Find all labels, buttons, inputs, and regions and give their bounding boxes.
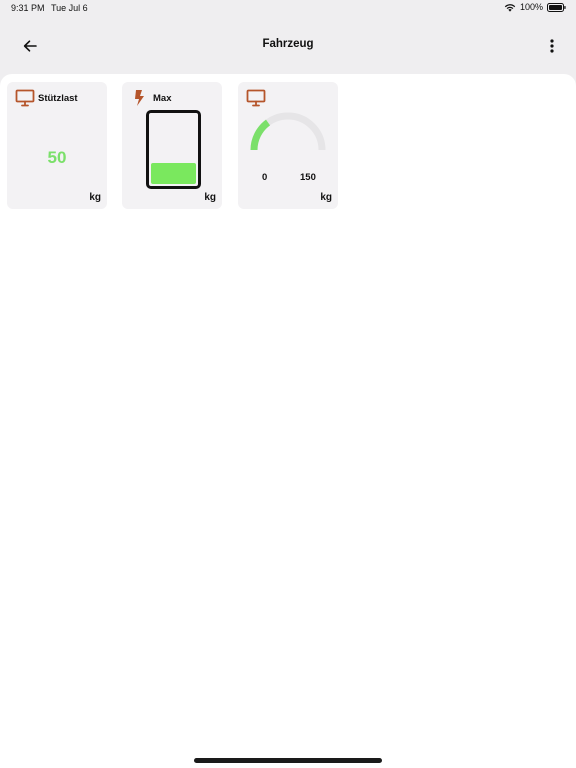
monitor-icon: [246, 89, 266, 107]
stuetzlast-tile[interactable]: Stützlast 50 kg: [7, 82, 107, 209]
gauge-fill: [250, 119, 271, 151]
tile-unit: kg: [89, 192, 101, 203]
more-vertical-icon: [550, 39, 554, 53]
main-content: Stützlast 50 kg Max kg 0 150 kg: [0, 74, 576, 768]
more-options-button[interactable]: [542, 34, 562, 58]
tile-label: Max: [153, 93, 172, 104]
gauge-min-label: 0: [262, 172, 268, 183]
gauge-tile[interactable]: 0 150 kg: [238, 82, 338, 209]
status-date: Tue Jul 6: [51, 3, 88, 13]
gauge: [250, 112, 326, 151]
battery-icon: [547, 2, 566, 12]
page-title: Fahrzeug: [262, 38, 314, 50]
battery-percent: 100%: [519, 2, 543, 12]
wifi-icon: [504, 3, 516, 12]
tile-unit: kg: [204, 192, 216, 203]
tile-label: Stützlast: [38, 93, 78, 104]
monitor-icon: [15, 89, 35, 107]
battery-fill: [151, 163, 196, 184]
battery-level-indicator: [146, 110, 201, 189]
app-screen: 9:31 PM Tue Jul 6 100% Fahrzeug Stützlas…: [0, 0, 576, 768]
status-indicators: 100%: [504, 2, 566, 12]
home-indicator[interactable]: [194, 758, 382, 763]
tile-value: 50: [47, 148, 67, 167]
status-bar: 9:31 PM Tue Jul 6 100%: [0, 0, 576, 16]
max-tile[interactable]: Max kg: [122, 82, 222, 209]
navigation-bar: Fahrzeug: [0, 16, 576, 74]
tile-unit: kg: [320, 192, 332, 203]
gauge-max-label: 150: [300, 172, 316, 183]
lightning-icon: [135, 90, 144, 106]
status-time: 9:31 PM: [11, 3, 45, 13]
